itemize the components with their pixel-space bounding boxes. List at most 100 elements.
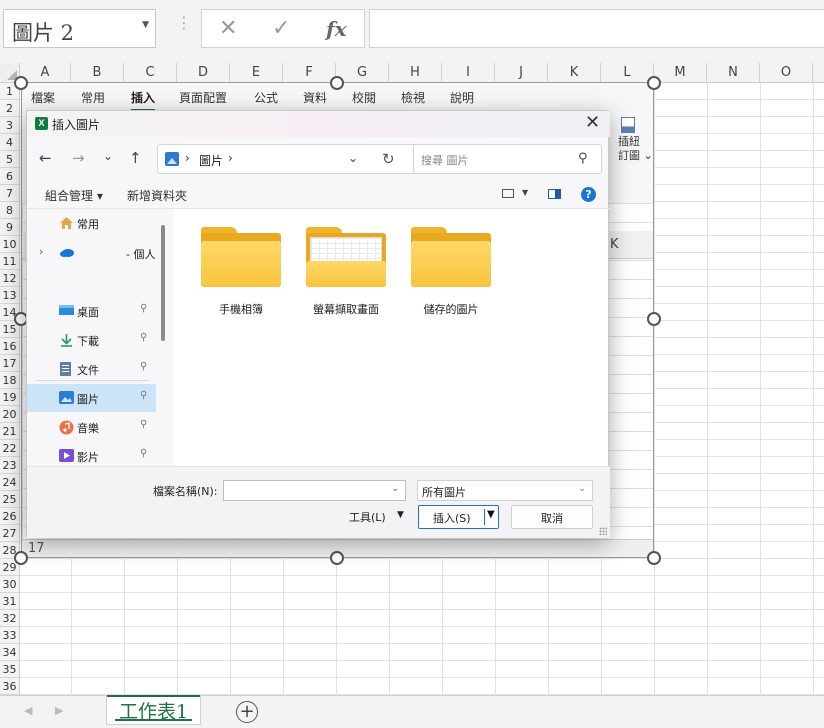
resize-handle-bottom-right[interactable] [647, 551, 661, 565]
row-header[interactable]: 2 [0, 100, 19, 117]
chevron-down-icon[interactable]: ▼ [142, 20, 149, 30]
column-header[interactable]: H [389, 63, 442, 83]
sheet-tab-active[interactable]: 工作表1 [106, 695, 201, 725]
column-header[interactable]: K [548, 63, 601, 83]
address-path[interactable]: 圖片 [199, 152, 223, 169]
column-header[interactable]: M [654, 63, 707, 83]
row-header[interactable]: 16 [0, 338, 19, 355]
resize-handle-right[interactable] [647, 312, 661, 326]
up-arrow-icon[interactable]: ↑ [129, 149, 142, 167]
file-type-select[interactable]: 所有圖片 ⌄ [417, 480, 593, 501]
resize-handle-bottom-left[interactable] [14, 551, 28, 565]
insert-function-icon[interactable]: fx [326, 17, 347, 41]
column-header[interactable]: C [124, 63, 177, 83]
close-icon[interactable]: ✕ [585, 112, 600, 133]
tools-button[interactable]: 工具(L) [349, 509, 386, 525]
row-header[interactable]: 35 [0, 661, 19, 678]
column-header[interactable]: F [283, 63, 336, 83]
row-header[interactable]: 30 [0, 576, 19, 593]
forward-arrow-icon[interactable]: → [72, 149, 85, 167]
recent-locations-icon[interactable]: ⌄ [103, 149, 113, 163]
column-header[interactable]: N [707, 63, 760, 83]
row-header[interactable]: 4 [0, 134, 19, 151]
row-header[interactable]: 5 [0, 151, 19, 168]
chevron-right-icon[interactable]: › [39, 245, 43, 258]
row-header[interactable]: 32 [0, 610, 19, 627]
nav-item-downloads[interactable]: 下載 ⚲ [27, 326, 156, 354]
search-input[interactable]: 搜尋 圖片 ⚲ [413, 144, 602, 174]
nav-item-pictures[interactable]: 圖片 ⚲ [27, 384, 156, 412]
row-header[interactable]: 9 [0, 219, 19, 236]
row-header[interactable]: 6 [0, 168, 19, 185]
nav-pane-scrollbar[interactable] [161, 225, 165, 341]
nav-item-music[interactable]: 音樂 ⚲ [27, 413, 156, 441]
view-icon[interactable] [502, 189, 514, 198]
row-header[interactable]: 20 [0, 406, 19, 423]
column-header[interactable]: I [442, 63, 495, 83]
resize-handle-top-right[interactable] [647, 76, 661, 90]
row-header[interactable]: 8 [0, 202, 19, 219]
chevron-down-icon[interactable]: ⌄ [391, 484, 399, 494]
row-header[interactable]: 12 [0, 270, 19, 287]
scroll-right-icon[interactable]: ▶ [55, 704, 63, 717]
cancel-button[interactable]: 取消 [511, 505, 593, 529]
resize-handle-top-left[interactable] [14, 76, 28, 90]
row-header[interactable]: 27 [0, 525, 19, 542]
row-header[interactable]: 22 [0, 440, 19, 457]
row-header[interactable]: 11 [0, 253, 19, 270]
resize-grip-icon[interactable] [599, 527, 607, 535]
row-header[interactable]: 34 [0, 644, 19, 661]
filename-field[interactable]: ⌄ [223, 480, 406, 501]
folder-item[interactable]: 儲存的圖片 [406, 227, 496, 317]
pin-icon[interactable]: ⚲ [140, 332, 147, 343]
row-header[interactable]: 18 [0, 372, 19, 389]
chevron-down-icon[interactable]: ▼ [487, 509, 495, 520]
name-box[interactable]: 圖片 2 ▼ [3, 9, 156, 48]
back-arrow-icon[interactable]: ← [39, 149, 52, 167]
column-header[interactable]: J [495, 63, 548, 83]
pin-icon[interactable]: ⚲ [140, 448, 147, 459]
nav-item-desktop[interactable]: 桌面 ⚲ [27, 297, 156, 325]
folder-item[interactable]: 螢幕擷取畫面 [301, 227, 391, 317]
formula-input[interactable] [369, 9, 824, 48]
column-header[interactable]: E [230, 63, 283, 83]
row-header[interactable]: 19 [0, 389, 19, 406]
row-header[interactable]: 24 [0, 474, 19, 491]
row-header[interactable]: 36 [0, 678, 19, 695]
pin-icon[interactable]: ⚲ [140, 390, 147, 401]
enter-formula-icon[interactable]: ✓ [272, 16, 290, 41]
row-header[interactable]: 3 [0, 117, 19, 134]
refresh-icon[interactable]: ↻ [382, 150, 395, 168]
chevron-down-icon[interactable]: ▼ [397, 510, 404, 520]
preview-pane-icon[interactable] [548, 189, 561, 199]
row-header[interactable]: 23 [0, 457, 19, 474]
pin-icon[interactable]: ⚲ [140, 361, 147, 372]
nav-item-onedrive[interactable]: › - 個人 [27, 239, 156, 267]
column-header[interactable]: O [760, 63, 813, 83]
row-header[interactable]: 10 [0, 236, 19, 253]
row-header[interactable]: 7 [0, 185, 19, 202]
column-header[interactable]: D [177, 63, 230, 83]
pin-icon[interactable]: ⚲ [140, 419, 147, 430]
drag-handle-icon[interactable]: ⋮ [176, 13, 192, 32]
organize-button[interactable]: 組合管理 ▾ [45, 187, 103, 204]
folder-item[interactable]: 手機相簿 [196, 227, 286, 317]
help-icon[interactable]: ? [581, 187, 596, 202]
row-header[interactable]: 13 [0, 287, 19, 304]
row-header[interactable]: 17 [0, 355, 19, 372]
insert-button[interactable]: 插入(S) ▼ [418, 505, 499, 529]
column-header[interactable]: B [71, 63, 124, 83]
column-header[interactable]: G [336, 63, 389, 83]
new-folder-button[interactable]: 新增資料夾 [127, 187, 187, 204]
nav-item-home[interactable]: 常用 [27, 209, 156, 237]
cancel-formula-icon[interactable]: ✕ [219, 16, 237, 41]
scroll-left-icon[interactable]: ◀ [24, 704, 32, 717]
chevron-down-icon[interactable]: ⌄ [578, 484, 586, 494]
resize-handle-top[interactable] [330, 76, 344, 90]
row-header[interactable]: 33 [0, 627, 19, 644]
row-header[interactable]: 31 [0, 593, 19, 610]
chevron-down-icon[interactable]: ▼ [522, 188, 528, 197]
row-header[interactable]: 21 [0, 423, 19, 440]
chevron-right-icon[interactable]: › [228, 151, 233, 165]
chevron-down-icon[interactable]: ⌄ [348, 151, 358, 165]
